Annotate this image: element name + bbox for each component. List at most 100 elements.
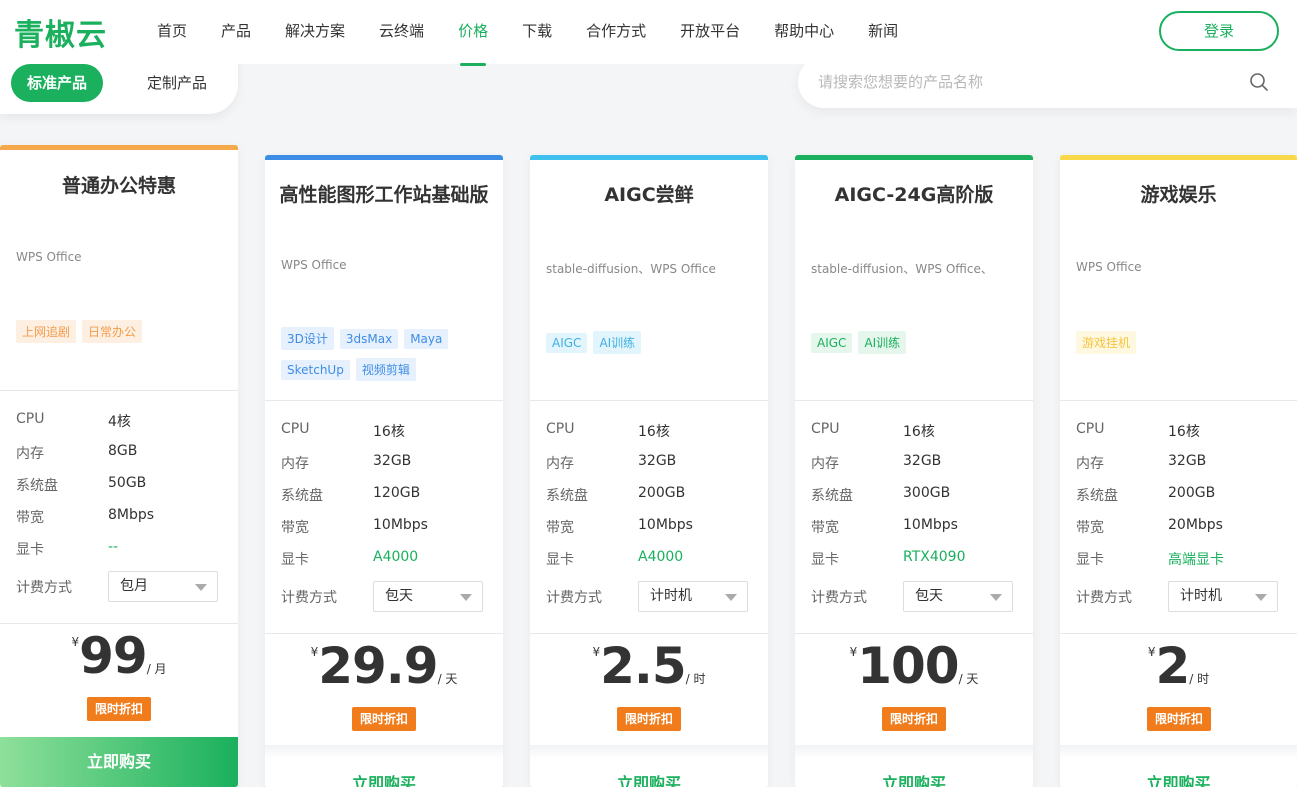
tab-custom-products[interactable]: 定制产品	[131, 64, 223, 102]
price-display: ¥99/ 月	[0, 627, 238, 685]
spec-value-gpu: --	[108, 539, 119, 555]
plan-title: AIGC尝鲜	[604, 184, 694, 206]
chevron-down-icon	[460, 594, 472, 601]
plan-tag: 游戏挂机	[1076, 331, 1137, 354]
card-accent-bar	[265, 155, 503, 160]
buy-now-button[interactable]: 立即购买	[795, 759, 1033, 787]
spec-label-bandwidth: 带宽	[811, 520, 839, 536]
spec-label-gpu: 显卡	[811, 552, 839, 568]
currency-symbol: ¥	[1147, 645, 1156, 659]
nav-item-cloud-terminal[interactable]: 云终端	[362, 0, 441, 64]
price-unit: / 时	[1189, 672, 1210, 686]
spec-label-bandwidth: 带宽	[281, 520, 309, 536]
spec-value-bandwidth: 10Mbps	[903, 517, 958, 533]
plan-title: 高性能图形工作站基础版	[279, 184, 489, 206]
price-display: ¥29.9/ 天	[265, 637, 503, 695]
login-button[interactable]: 登录	[1159, 11, 1279, 51]
plan-card: 游戏娱乐 WPS Office 游戏挂机 CPU 16核 内存 32GB 系统盘…	[1060, 155, 1297, 787]
spec-label-gpu: 显卡	[546, 552, 574, 568]
spec-value-bandwidth: 10Mbps	[373, 517, 428, 533]
plan-tag: AI训练	[858, 331, 907, 354]
card-accent-bar	[0, 145, 238, 150]
top-nav-bar: 青椒云 首页 产品 解决方案 云终端 价格 下载 合作方式 开放平台 帮助中心 …	[0, 0, 1297, 66]
spec-value-bandwidth: 20Mbps	[1168, 517, 1223, 533]
spec-label-billing: 计费方式	[811, 590, 867, 606]
divider	[0, 623, 238, 624]
buy-now-button[interactable]: 立即购买	[0, 737, 238, 787]
nav-item-products[interactable]: 产品	[204, 0, 268, 64]
plan-description: WPS Office	[1076, 260, 1142, 274]
divider	[0, 390, 238, 391]
nav-item-home[interactable]: 首页	[140, 0, 204, 64]
nav-item-download[interactable]: 下载	[505, 0, 569, 64]
plan-tag: 3dsMax	[339, 329, 399, 349]
search-icon[interactable]	[1249, 72, 1269, 92]
plan-description: stable-diffusion、WPS Office	[546, 262, 716, 276]
nav-item-solutions[interactable]: 解决方案	[268, 0, 362, 64]
spec-value-cpu: 16核	[373, 424, 405, 440]
price-display: ¥2/ 时	[1060, 637, 1297, 695]
search-input[interactable]	[818, 70, 1238, 94]
price-unit: / 天	[958, 672, 979, 686]
spec-label-gpu: 显卡	[281, 552, 309, 568]
price-value: 2.5	[600, 637, 687, 695]
spec-value-disk: 200GB	[1168, 485, 1216, 501]
plan-tag: 3D设计	[281, 327, 334, 350]
spec-value-gpu: A4000	[373, 549, 419, 565]
buy-shade	[795, 745, 1033, 759]
divider	[795, 400, 1033, 401]
spec-value-disk: 50GB	[108, 475, 147, 491]
divider	[265, 633, 503, 634]
billing-select[interactable]: 包天	[373, 581, 483, 612]
card-accent-bar	[795, 155, 1033, 160]
spec-value-cpu: 16核	[638, 424, 670, 440]
spec-label-billing: 计费方式	[546, 590, 602, 606]
plan-tag: 日常办公	[82, 320, 143, 343]
buy-shade	[265, 745, 503, 759]
billing-select[interactable]: 包天	[903, 581, 1013, 612]
divider	[1060, 633, 1297, 634]
spec-label-memory: 内存	[1076, 456, 1104, 472]
spec-value-gpu: RTX4090	[903, 549, 966, 565]
spec-label-memory: 内存	[811, 456, 839, 472]
nav-item-open-platform[interactable]: 开放平台	[663, 0, 757, 64]
currency-symbol: ¥	[310, 645, 319, 659]
plan-tag: AIGC	[811, 333, 853, 353]
plan-description: WPS Office	[281, 258, 347, 272]
billing-select-value: 包天	[385, 588, 413, 604]
billing-select-value: 计时机	[1180, 588, 1222, 604]
divider	[1060, 400, 1297, 401]
spec-label-billing: 计费方式	[1076, 590, 1132, 606]
billing-select[interactable]: 包月	[108, 571, 218, 602]
nav-item-news[interactable]: 新闻	[851, 0, 915, 64]
spec-label-cpu: CPU	[546, 421, 575, 437]
tab-standard-products[interactable]: 标准产品	[11, 64, 104, 102]
buy-now-button[interactable]: 立即购买	[1060, 759, 1297, 787]
plan-tags: AIGC AI训练	[811, 331, 1017, 362]
buy-now-button[interactable]: 立即购买	[530, 759, 768, 787]
plan-description: WPS Office	[16, 250, 82, 264]
buy-now-button[interactable]: 立即购买	[265, 759, 503, 787]
nav-item-help-center[interactable]: 帮助中心	[757, 0, 851, 64]
spec-label-disk: 系统盘	[546, 488, 588, 504]
chevron-down-icon	[725, 594, 737, 601]
spec-label-disk: 系统盘	[16, 478, 58, 494]
chevron-down-icon	[1255, 594, 1267, 601]
billing-select[interactable]: 计时机	[1168, 581, 1278, 612]
plan-description: stable-diffusion、WPS Office、	[811, 262, 993, 276]
plan-tag: SketchUp	[281, 360, 350, 380]
spec-value-bandwidth: 8Mbps	[108, 507, 155, 523]
card-accent-bar	[1060, 155, 1297, 160]
nav-item-cooperation[interactable]: 合作方式	[569, 0, 663, 64]
spec-value-disk: 200GB	[638, 485, 686, 501]
billing-select[interactable]: 计时机	[638, 581, 748, 612]
nav-item-pricing[interactable]: 价格	[441, 0, 505, 66]
brand-logo[interactable]: 青椒云	[14, 12, 107, 53]
price-display: ¥2.5/ 时	[530, 637, 768, 695]
spec-label-disk: 系统盘	[1076, 488, 1118, 504]
plan-card: 高性能图形工作站基础版 WPS Office 3D设计 3dsMax Maya Ske…	[265, 155, 503, 787]
plan-tags: AIGC AI训练	[546, 331, 752, 362]
spec-value-disk: 300GB	[903, 485, 951, 501]
plan-tag: AI训练	[593, 331, 642, 354]
spec-value-memory: 32GB	[373, 453, 412, 469]
